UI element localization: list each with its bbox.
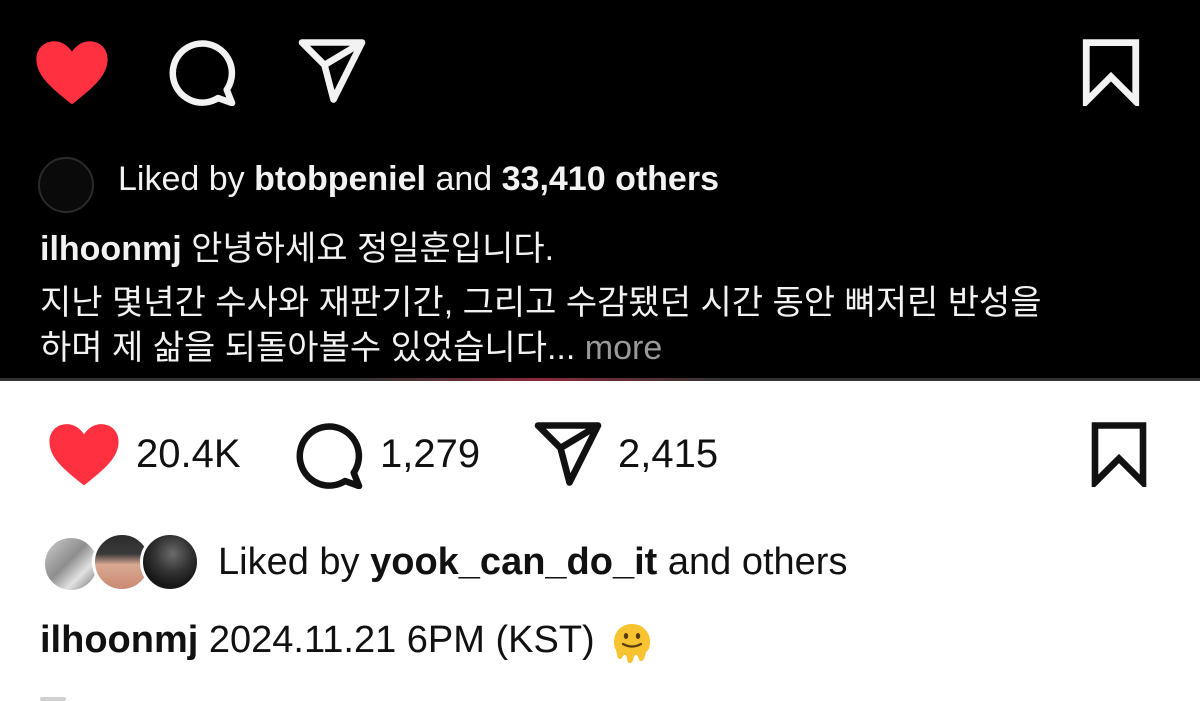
avatar[interactable] <box>38 157 94 213</box>
bookmark-icon[interactable] <box>1080 38 1142 106</box>
heart-icon[interactable] <box>33 38 111 106</box>
share-icon[interactable] <box>532 421 604 487</box>
liked-by-text: Liked by yook_can_do_it and others <box>218 539 847 585</box>
share-icon[interactable] <box>296 38 368 104</box>
light-post-panel: 20.4K 1,279 2,415 Liked by yook_can_do_i… <box>0 381 1200 701</box>
liked-by-prefix: Liked by <box>118 160 245 198</box>
liked-by-count-link[interactable]: 33,410 others <box>502 160 719 198</box>
share-count[interactable]: 2,415 <box>618 431 718 477</box>
melting-face-emoji <box>611 621 653 663</box>
caption-username-link[interactable]: ilhoonmj <box>40 230 182 268</box>
caption: ilhoonmj 2024.11.21 6PM (KST) <box>40 617 653 663</box>
comment-icon[interactable] <box>292 421 364 489</box>
dark-post-panel: Liked by btobpeniel and 33,410 others il… <box>0 0 1200 378</box>
caption-line-2: 지난 몇년간 수사와 재판기간, 그리고 수감됐던 시간 동안 뼈저린 반성을 <box>40 284 1042 322</box>
more-link[interactable]: more <box>585 329 662 367</box>
liked-by-suffix: and others <box>667 541 848 583</box>
liked-by-text: Liked by btobpeniel and 33,410 others <box>118 159 719 199</box>
avatar[interactable] <box>140 532 200 592</box>
caption-text: 안녕하세요 정일훈입니다. <box>191 230 555 268</box>
like-count[interactable]: 20.4K <box>136 431 241 477</box>
liked-by-user-link[interactable]: btobpeniel <box>254 160 426 198</box>
heart-icon[interactable] <box>46 421 122 487</box>
caption-line-3: 하며 제 삶을 되돌아볼수 있었습니다... more <box>40 328 662 368</box>
timestamp-partial <box>40 691 100 701</box>
liked-by-and: and <box>435 160 493 198</box>
caption-text: 하며 제 삶을 되돌아볼수 있었습니다... <box>40 329 576 367</box>
caption-line-1: ilhoonmj 안녕하세요 정일훈입니다. <box>40 229 554 269</box>
bookmark-icon[interactable] <box>1088 421 1150 487</box>
comment-count[interactable]: 1,279 <box>380 431 480 477</box>
caption-username-link[interactable]: ilhoonmj <box>40 619 198 661</box>
liked-by-user-link[interactable]: yook_can_do_it <box>370 541 657 583</box>
caption-text: 2024.11.21 6PM (KST) <box>208 619 595 661</box>
comment-icon[interactable] <box>165 38 237 106</box>
liked-by-prefix: Liked by <box>218 541 360 583</box>
